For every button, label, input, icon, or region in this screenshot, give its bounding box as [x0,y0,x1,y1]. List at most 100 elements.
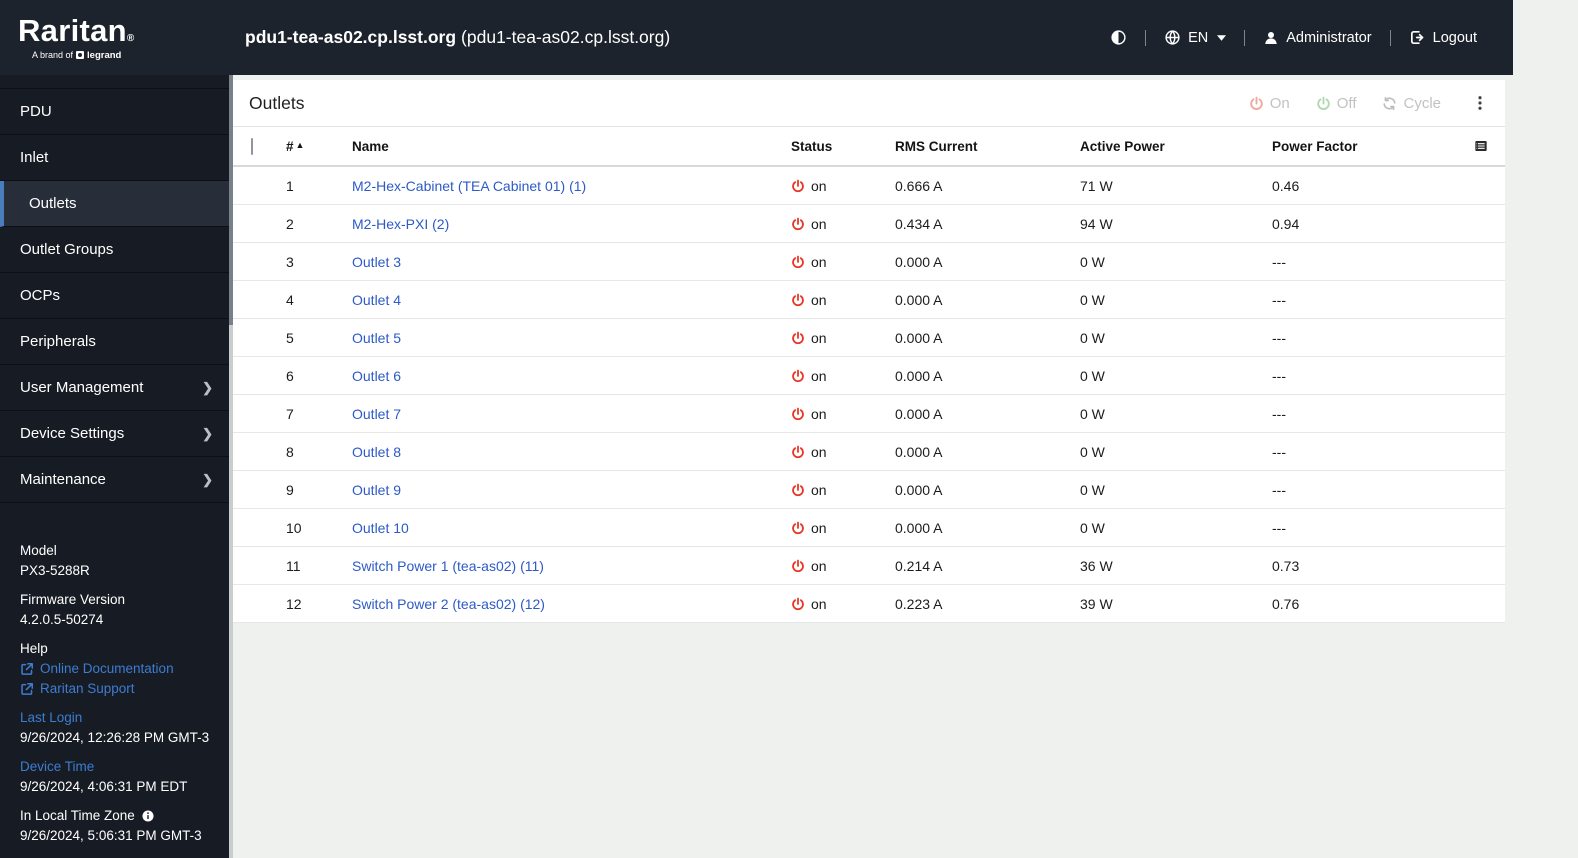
power-icon [1249,96,1263,110]
info-label: In Local Time Zone [20,806,213,826]
contrast-toggle-icon[interactable] [1110,29,1127,46]
outlet-rms-current: 0.434 A [895,215,943,232]
outlet-status: on [791,482,895,498]
column-selector-icon[interactable] [1473,138,1505,154]
divider [1244,29,1246,46]
sidebar-item-peripherals[interactable]: Peripherals [0,319,229,365]
outlet-status-label: on [811,329,827,346]
column-header-status[interactable]: Status [791,139,895,154]
outlet-active-power: 36 W [1080,557,1113,574]
select-all-checkbox[interactable] [251,137,253,155]
outlet-name-link[interactable]: Switch Power 2 (tea-as02) (12) [352,596,545,612]
outlet-power-factor: 0.76 [1272,595,1300,612]
sidebar-scrollbar-thumb[interactable] [229,75,233,325]
outlet-status: on [791,406,895,422]
outlet-name-link[interactable]: Outlet 8 [352,444,401,460]
outlet-active-power: 0 W [1080,481,1105,498]
outlet-power-factor: --- [1272,519,1286,536]
info-icon[interactable] [141,809,155,823]
sidebar-item-ocps[interactable]: OCPs [0,273,229,319]
table-row: 5 Outlet 5 on 0.000 A 0 W --- [233,319,1505,357]
sidebar-item-device-settings[interactable]: Device Settings ❯ [0,411,229,457]
info-value: 9/26/2024, 12:26:28 PM GMT-3 [20,730,210,745]
outlet-status: on [791,444,895,460]
outlet-power-factor: 0.73 [1272,557,1300,574]
info-label[interactable]: Device Time [20,757,213,777]
sidebar-scrollbar[interactable] [229,75,233,858]
more-options-kebab-icon[interactable] [1471,93,1489,113]
power-off-label: Off [1336,94,1357,112]
outlet-name-link[interactable]: M2-Hex-Cabinet (TEA Cabinet 01) (1) [352,178,586,194]
sidebar-item-maintenance[interactable]: Maintenance ❯ [0,457,229,503]
outlet-number: 5 [286,329,294,346]
external-link-icon [20,662,34,676]
outlet-active-power: 0 W [1080,405,1105,422]
outlet-status-label: on [811,519,827,536]
raritan-support-link[interactable]: Raritan Support [40,679,135,699]
info-value: 9/26/2024, 4:06:31 PM EDT [20,779,188,794]
sidebar-item-label: PDU [20,103,52,120]
divider [1389,29,1391,46]
outlet-status-label: on [811,215,827,232]
column-header-number[interactable]: # ▲ [269,139,352,154]
outlet-active-power: 0 W [1080,291,1105,308]
outlet-active-power: 39 W [1080,595,1113,612]
outlet-status-label: on [811,367,827,384]
online-documentation-link[interactable]: Online Documentation [40,659,174,679]
page-title: Outlets [249,92,305,113]
sidebar-item-label: User Management [20,379,144,396]
column-header-name[interactable]: Name [352,139,791,154]
column-header-active-power[interactable]: Active Power [1080,139,1272,154]
tagline-brand: legrand [87,49,122,61]
sidebar-item-pdu[interactable]: PDU [0,89,229,135]
outlet-power-factor: 0.46 [1272,177,1300,194]
outlet-name-link[interactable]: Outlet 4 [352,292,401,308]
sidebar-item-inlet[interactable]: Inlet [0,135,229,181]
table-row: 6 Outlet 6 on 0.000 A 0 W --- [233,357,1505,395]
outlet-status: on [791,368,895,384]
outlet-status: on [791,330,895,346]
outlet-name-link[interactable]: M2-Hex-PXI (2) [352,216,449,232]
info-block-help: Help Online Documentation Raritan Support [20,639,213,699]
outlet-name-link[interactable]: Outlet 6 [352,368,401,384]
info-label[interactable]: Last Login [20,708,213,728]
outlet-rms-current: 0.000 A [895,405,943,422]
outlet-status-label: on [811,405,827,422]
outlet-name-link[interactable]: Outlet 5 [352,330,401,346]
sidebar-item-outlets[interactable]: Outlets [0,181,229,227]
table-row: 10 Outlet 10 on 0.000 A 0 W --- [233,509,1505,547]
user-menu[interactable]: Administrator [1263,30,1372,46]
hostname: pdu1-tea-as02.cp.lsst.org [245,27,457,47]
outlet-rms-current: 0.223 A [895,595,943,612]
outlet-active-power: 94 W [1080,215,1113,232]
column-header-rms-current[interactable]: RMS Current [895,139,1080,154]
outlet-name-link[interactable]: Switch Power 1 (tea-as02) (11) [352,558,544,574]
info-label: Model [20,543,57,558]
outlet-name-link[interactable]: Outlet 3 [352,254,401,270]
sidebar-item-label: Device Settings [20,425,125,442]
power-off-button[interactable]: Off [1316,94,1357,112]
logout-button[interactable]: Logout [1409,29,1477,46]
sidebar: PDU Inlet Outlets Outlet Groups OCPs Peripher… [0,75,229,858]
power-cycle-button[interactable]: Cycle [1382,95,1441,112]
outlet-power-factor: --- [1272,253,1286,270]
column-header-power-factor[interactable]: Power Factor [1272,139,1452,154]
language-selector[interactable]: EN [1164,29,1227,46]
table-row: 4 Outlet 4 on 0.000 A 0 W --- [233,281,1505,319]
info-block-firmware-version: Firmware Version 4.2.0.5-50274 [20,590,213,630]
sidebar-item-outlet-groups[interactable]: Outlet Groups [0,227,229,273]
outlet-rms-current: 0.000 A [895,291,943,308]
outlet-name-link[interactable]: Outlet 7 [352,406,401,422]
outlet-name-link[interactable]: Outlet 10 [352,520,409,536]
sidebar-info: Model PX3-5288R Firmware Version 4.2.0.5-50… [0,503,229,846]
outlet-power-factor: --- [1272,329,1286,346]
power-on-icon [791,369,805,383]
outlet-number: 1 [286,177,294,194]
outlet-number: 11 [286,557,301,574]
power-on-icon [791,331,805,345]
outlet-active-power: 0 W [1080,519,1105,536]
sidebar-item-user-management[interactable]: User Management ❯ [0,365,229,411]
outlet-name-link[interactable]: Outlet 9 [352,482,401,498]
outlet-rms-current: 0.000 A [895,367,943,384]
power-on-button[interactable]: On [1249,95,1290,112]
